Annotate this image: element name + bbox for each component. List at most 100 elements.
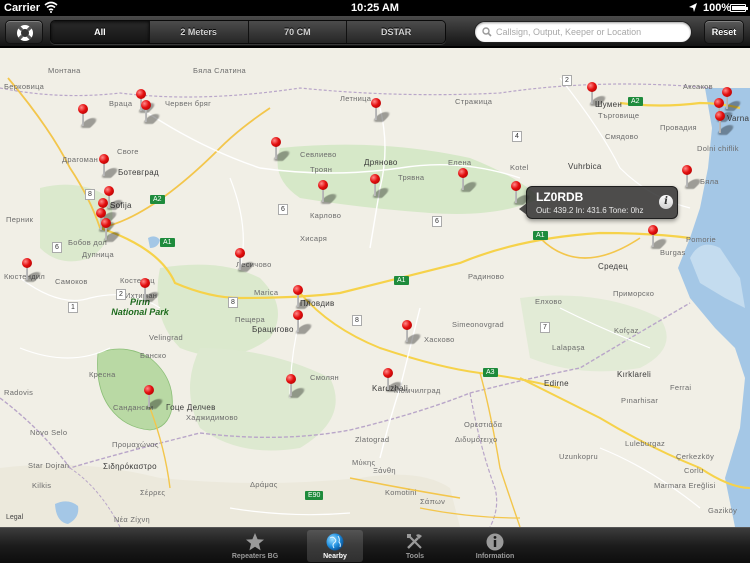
tab-information[interactable]: Information [467, 530, 523, 562]
pin-head [318, 180, 328, 190]
map-place-label: Marica [254, 288, 279, 297]
map-place-label: Аксаков [683, 82, 713, 91]
repeater-pin[interactable] [585, 82, 609, 106]
pin-head [293, 285, 303, 295]
repeater-pin[interactable] [381, 368, 405, 392]
repeater-pin[interactable] [269, 137, 293, 161]
pin-head [140, 278, 150, 288]
highway-badge: A2 [150, 195, 165, 204]
repeater-pin[interactable] [713, 111, 737, 135]
lifebuoy-icon [17, 25, 33, 41]
repeater-pin[interactable] [680, 165, 704, 189]
repeater-pin[interactable] [97, 154, 121, 178]
map-place-label: Kilkis [32, 481, 52, 490]
pin-stick [719, 119, 721, 133]
legal-link[interactable]: Legal [6, 514, 23, 521]
tab-label: Nearby [323, 553, 347, 560]
map-place-label: Luleburgaz [625, 439, 666, 448]
map-place-label: Банско [140, 351, 167, 360]
map-place-label: Novo Selo [30, 428, 68, 437]
pin-head [78, 104, 88, 114]
map-place-label: Монтана [48, 66, 81, 75]
segment-2-meters[interactable]: 2 Meters [149, 21, 249, 43]
map-place-label: Смолян [310, 373, 339, 382]
road-number-badge: 2 [562, 75, 572, 86]
repeater-pin[interactable] [139, 100, 163, 124]
repeater-pin[interactable] [20, 258, 44, 282]
pin-head [587, 82, 597, 92]
repeater-pin[interactable] [646, 225, 670, 249]
map-place-label: Момчилград [394, 386, 441, 395]
status-bar: Carrier 10:25 AM 100% [0, 0, 750, 16]
repeater-pin[interactable] [233, 248, 257, 272]
repeater-pin[interactable] [76, 104, 100, 128]
road-number-badge: 8 [228, 297, 238, 308]
segment-70-cm[interactable]: 70 CM [248, 21, 348, 43]
pin-stick [515, 189, 517, 203]
repeater-pin[interactable] [369, 98, 393, 122]
segment-dstar[interactable]: DSTAR [347, 21, 445, 43]
highway-badge: A1 [533, 231, 548, 240]
pin-stick [105, 226, 107, 240]
repeater-pin[interactable] [99, 218, 123, 242]
map-place-label: Kofçaz [614, 326, 639, 335]
repeater-callout[interactable]: LZ0RDB Out: 439.2 In: 431.6 Tone: 0hz i [519, 186, 678, 219]
map-place-label: Пещера [235, 315, 265, 324]
pin-stick [82, 112, 84, 126]
repeater-pin[interactable] [368, 174, 392, 198]
pin-head [235, 248, 245, 258]
tab-label: Repeaters BG [231, 553, 279, 560]
search-input[interactable] [496, 24, 688, 40]
tab-label: Tools [405, 553, 425, 560]
repeater-pin[interactable] [142, 385, 166, 409]
repeater-pin[interactable] [509, 181, 533, 205]
map-place-label: Хисаря [300, 234, 328, 243]
map-place-label: Pınarhisar [621, 396, 659, 405]
map-place-label: Burgas [660, 248, 686, 257]
tab-nearby[interactable]: Nearby [307, 530, 363, 562]
map-place-label: Севлиево [300, 150, 337, 159]
map-place-label: Червен бряг [165, 99, 212, 108]
map-place-label: Брацигово [252, 325, 294, 334]
repeater-pin[interactable] [456, 168, 480, 192]
map-place-label: Троян [310, 165, 333, 174]
pin-head [511, 181, 521, 191]
map-place-label: Zlatograd [355, 435, 390, 444]
map-place-label: Перник [6, 215, 34, 224]
repeater-pin[interactable] [316, 180, 340, 204]
repeater-pin[interactable] [291, 310, 315, 334]
pin-head [383, 368, 393, 378]
callout-details: Out: 439.2 In: 431.6 Tone: 0hz [536, 206, 644, 215]
pin-head [682, 165, 692, 175]
repeater-pin[interactable] [284, 374, 308, 398]
repeater-pin[interactable] [720, 87, 744, 111]
map-place-label: Marmara Ereğlisi [654, 481, 716, 490]
pin-head [458, 168, 468, 178]
pin-head [141, 100, 151, 110]
map-place-label: Simeonovgrad [452, 320, 504, 329]
search-bar[interactable] [474, 21, 692, 43]
highway-badge: A1 [160, 238, 175, 247]
reset-button[interactable]: Reset [704, 20, 744, 44]
repeater-pin[interactable] [400, 320, 424, 344]
repeater-pin[interactable] [291, 285, 315, 309]
map-view[interactable]: Pirin National Park Монтана Бяла Слатина Л… [0, 48, 750, 527]
map-place-label: Приморско [613, 289, 655, 298]
pin-head [144, 385, 154, 395]
map-place-label: Kırklareli [617, 370, 652, 379]
map-place-label: Lalapaşa [552, 343, 585, 352]
map-place-label: Дряново [364, 158, 398, 167]
map-place-label: Летница [340, 94, 372, 103]
info-icon[interactable]: i [659, 195, 673, 209]
repeater-pin[interactable] [138, 278, 162, 302]
map-place-label: Dolni chiflik [697, 144, 739, 153]
segment-all[interactable]: All [51, 21, 150, 43]
pin-head [370, 174, 380, 184]
lifebuoy-button[interactable] [5, 20, 43, 44]
pin-head [286, 374, 296, 384]
tab-tools[interactable]: Tools [387, 530, 443, 562]
pin-stick [297, 293, 299, 307]
pin-stick [374, 182, 376, 196]
tab-repeaters-bg[interactable]: Repeaters BG [227, 530, 283, 562]
pin-head [293, 310, 303, 320]
